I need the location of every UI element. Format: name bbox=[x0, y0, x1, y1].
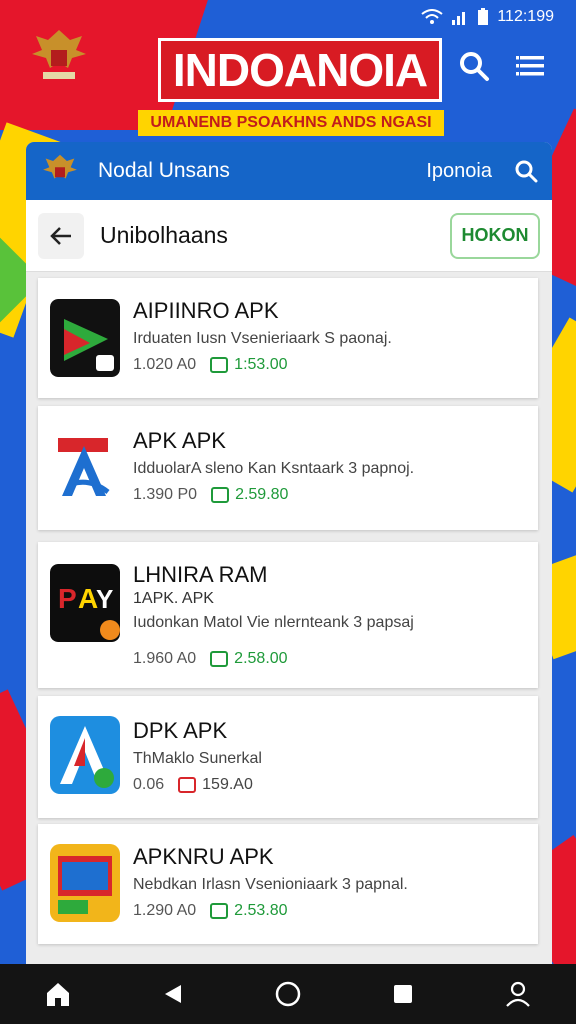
item-rating: 2.59.80 bbox=[211, 486, 288, 504]
app-icon-blue-a bbox=[50, 428, 120, 506]
home-icon bbox=[46, 983, 69, 1006]
item-description: Iudonkan Matol Vie nlernteank 3 papsaj bbox=[133, 614, 414, 631]
item-size: 0.06 bbox=[133, 776, 165, 793]
page-subtitle: UMANENB PSOAKHNS ANDS NGASI bbox=[138, 110, 444, 136]
menu-icon[interactable] bbox=[514, 50, 546, 82]
app-icon-pay: P A Y bbox=[50, 564, 120, 642]
home-button[interactable] bbox=[42, 978, 74, 1010]
user-icon bbox=[506, 981, 531, 1007]
rating-icon bbox=[210, 651, 229, 667]
item-subtitle: 1APK. APK bbox=[133, 590, 214, 607]
item-size: 1.960 A0 bbox=[133, 650, 197, 667]
svg-text:P: P bbox=[58, 583, 77, 614]
list-item[interactable]: DPK APK ThMaklo Sunerkal 0.06 159.A0 bbox=[38, 696, 538, 818]
item-size: 1.020 A0 bbox=[133, 356, 197, 373]
rating-icon bbox=[211, 487, 230, 503]
item-title: AIPIINRO APK bbox=[133, 298, 279, 323]
recents-button[interactable] bbox=[387, 978, 419, 1010]
list-item[interactable]: APK APK IdduolarA sleno Kan Ksntaark 3 p… bbox=[38, 406, 538, 530]
home-circle-button[interactable] bbox=[272, 978, 304, 1010]
item-rating: 1:53.00 bbox=[210, 356, 288, 374]
battery-icon bbox=[478, 8, 489, 25]
search-icon[interactable] bbox=[514, 159, 538, 183]
wifi-icon bbox=[421, 9, 443, 24]
back-button[interactable] bbox=[38, 212, 84, 259]
rating-icon bbox=[210, 357, 229, 373]
signal-icon bbox=[452, 12, 466, 25]
toolbar: Unibolhaans HOKON bbox=[26, 200, 552, 272]
list-item[interactable]: AIPIINRO APK Irduaten Iusn Vsenieriaark … bbox=[38, 278, 538, 398]
app-icon-a-blue bbox=[50, 716, 120, 794]
system-nav-bar bbox=[0, 964, 576, 1024]
rating-icon bbox=[178, 777, 197, 793]
item-title: DPK APK bbox=[133, 718, 228, 743]
rating-value: 159.A0 bbox=[202, 776, 253, 793]
item-rating: 159.A0 bbox=[178, 776, 253, 794]
rating-value: 2.58.00 bbox=[234, 650, 288, 667]
list-item[interactable]: APKNRU APK Nebdkan Irlasn Vsenioniaark 3… bbox=[38, 824, 538, 944]
rating-icon bbox=[210, 903, 229, 919]
app-bar: Nodal Unsans Iponoia bbox=[26, 142, 552, 200]
region-selector[interactable]: Iponoia bbox=[426, 160, 492, 183]
arrow-left-icon bbox=[50, 226, 71, 245]
item-title: APK APK bbox=[133, 428, 226, 453]
back-nav-button[interactable] bbox=[157, 978, 189, 1010]
rating-value: 1:53.00 bbox=[234, 356, 288, 373]
item-title: LHNIRA RAM bbox=[133, 562, 268, 587]
item-rating: 2.53.80 bbox=[210, 902, 288, 920]
rating-value: 2.53.80 bbox=[234, 902, 288, 919]
item-size: 1.290 A0 bbox=[133, 902, 197, 919]
action-button[interactable]: HOKON bbox=[450, 212, 540, 259]
item-description: Irduaten Iusn Vsenieriaark S paonaj. bbox=[133, 330, 392, 347]
status-time: 112:199 bbox=[497, 8, 554, 25]
profile-button[interactable] bbox=[502, 978, 534, 1010]
item-rating: 2.58.00 bbox=[210, 650, 288, 668]
search-icon[interactable] bbox=[458, 50, 490, 82]
app-icon-colorful bbox=[50, 844, 120, 922]
item-meta: 1.290 A0 2.53.80 bbox=[133, 902, 288, 920]
svg-text:Y: Y bbox=[96, 584, 113, 614]
section-title: Unibolhaans bbox=[100, 222, 228, 248]
garuda-emblem-icon bbox=[32, 30, 86, 79]
item-description: ThMaklo Sunerkal bbox=[133, 750, 262, 767]
item-meta: 1.960 A0 2.58.00 bbox=[133, 650, 288, 668]
item-meta: 1.390 P0 2.59.80 bbox=[133, 486, 288, 504]
item-meta: 0.06 159.A0 bbox=[133, 776, 253, 794]
triangle-back-icon bbox=[164, 985, 181, 1003]
item-description: Nebdkan Irlasn Vsenioniaark 3 papnal. bbox=[133, 876, 408, 893]
list-item[interactable]: P A Y LHNIRA RAM 1APK. APK Iudonkan Mato… bbox=[38, 542, 538, 688]
app-window: Nodal Unsans Iponoia Unibolhaans HOKON A… bbox=[26, 142, 552, 974]
rating-value: 2.59.80 bbox=[235, 486, 289, 503]
page-title: INDOANOIA bbox=[158, 38, 442, 102]
garuda-emblem-icon bbox=[43, 154, 77, 179]
item-title: APKNRU APK bbox=[133, 844, 274, 869]
item-description: IdduolarA sleno Kan Ksntaark 3 papnoj. bbox=[133, 460, 415, 477]
circle-icon bbox=[275, 981, 301, 1007]
app-name: Nodal Unsans bbox=[98, 159, 230, 182]
app-icon-dark-green bbox=[50, 299, 120, 377]
item-meta: 1.020 A0 1:53.00 bbox=[133, 356, 288, 374]
item-size: 1.390 P0 bbox=[133, 486, 198, 503]
square-icon bbox=[394, 985, 413, 1003]
